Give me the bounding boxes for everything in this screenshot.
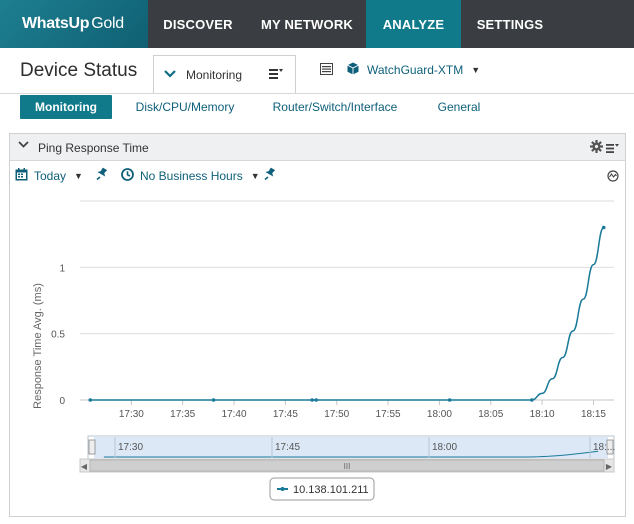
y-axis-label: Response Time Avg. (ms) <box>32 283 44 409</box>
x-tick-label: 17:55 <box>376 409 401 420</box>
dashboard-select[interactable]: Monitoring <box>153 55 296 93</box>
y-tick-label: 0.5 <box>51 330 65 341</box>
dashboard-menu-icon[interactable] <box>269 68 283 83</box>
tab-monitoring[interactable]: Monitoring <box>20 95 112 119</box>
panel-menu-icon[interactable] <box>606 141 619 159</box>
dashboard-tabs: Monitoring Disk/CPU/Memory Router/Switch… <box>0 95 634 123</box>
legend-marker <box>280 487 285 491</box>
data-point <box>314 398 318 402</box>
page-header: Device Status Monitoring WatchGuard-XTM … <box>0 48 634 94</box>
panel-header: Ping Response Time <box>10 134 625 161</box>
list-icon[interactable] <box>320 62 333 78</box>
device-selector[interactable]: WatchGuard-XTM ▼ <box>320 62 480 78</box>
y-tick-label: 0 <box>59 396 65 407</box>
data-point <box>211 398 216 402</box>
series-line <box>90 226 605 401</box>
device-cube-icon <box>347 62 359 78</box>
device-name: WatchGuard-XTM <box>367 63 464 77</box>
x-tick-label: 18:00 <box>427 409 452 420</box>
data-point <box>601 225 606 230</box>
x-tick-label: 17:40 <box>222 409 247 420</box>
chevron-down-icon <box>164 67 176 82</box>
navigator-tick-label: 18:... <box>593 442 615 453</box>
scrollbar-grip-icon: III <box>344 462 351 471</box>
nav-my-network[interactable]: MY NETWORK <box>248 0 366 48</box>
ping-response-chart: Response Time Avg. (ms) 0 0.5 1 17:30 17:35… <box>32 200 615 501</box>
caret-down-icon: ▼ <box>471 65 481 75</box>
navigator-tick-label: 18:00 <box>432 442 457 453</box>
tab-router-switch-interface[interactable]: Router/Switch/Interface <box>268 95 402 119</box>
nav-discover[interactable]: DISCOVER <box>148 0 248 48</box>
range-navigator[interactable]: 17:30 17:45 18:00 18:... <box>87 435 615 460</box>
scroll-right-icon[interactable]: ▶ <box>606 462 613 471</box>
navigator-left-handle[interactable] <box>88 439 96 455</box>
navigator-tick-label: 17:45 <box>275 442 300 453</box>
panel-title: Ping Response Time <box>38 141 149 155</box>
logo[interactable]: WhatsUp Gold <box>0 0 148 48</box>
x-tick-label: 18:15 <box>581 409 606 420</box>
navigator-selection[interactable] <box>94 437 608 458</box>
navigator-scrollbar[interactable]: III ◀ ▶ <box>79 458 615 473</box>
page-title: Device Status <box>20 60 138 81</box>
navigator-tick-label: 17:30 <box>118 442 143 453</box>
nav-settings[interactable]: SETTINGS <box>461 0 559 48</box>
x-tick-label: 18:10 <box>530 409 555 420</box>
gear-icon[interactable] <box>590 140 603 158</box>
tab-general[interactable]: General <box>430 95 488 119</box>
x-tick-label: 17:35 <box>170 409 195 420</box>
logo-main: WhatsUp <box>22 15 90 32</box>
x-tick-label: 17:50 <box>324 409 349 420</box>
logo-accent: Gold <box>91 15 124 32</box>
data-point <box>88 398 93 402</box>
x-tick-label: 18:05 <box>478 409 503 420</box>
data-point <box>447 398 452 402</box>
legend-label: 10.138.101.211 <box>293 484 369 496</box>
y-tick-label: 1 <box>59 263 65 274</box>
data-point <box>530 398 534 402</box>
top-nav: WhatsUp Gold DISCOVER MY NETWORK ANALYZE … <box>0 0 634 48</box>
scroll-left-icon[interactable]: ◀ <box>81 462 88 471</box>
x-tick-label: 17:30 <box>119 409 144 420</box>
x-tick-label: 17:45 <box>273 409 298 420</box>
data-point <box>310 398 314 402</box>
tab-disk-cpu-memory[interactable]: Disk/CPU/Memory <box>130 95 240 119</box>
dashboard-select-label: Monitoring <box>186 67 243 82</box>
chart-legend[interactable]: 10.138.101.211 <box>269 477 375 501</box>
ping-response-panel: Ping Response Time Today ▼ No Business H… <box>9 133 626 517</box>
collapse-chevron-icon[interactable] <box>18 140 29 152</box>
nav-analyze[interactable]: ANALYZE <box>366 0 461 48</box>
